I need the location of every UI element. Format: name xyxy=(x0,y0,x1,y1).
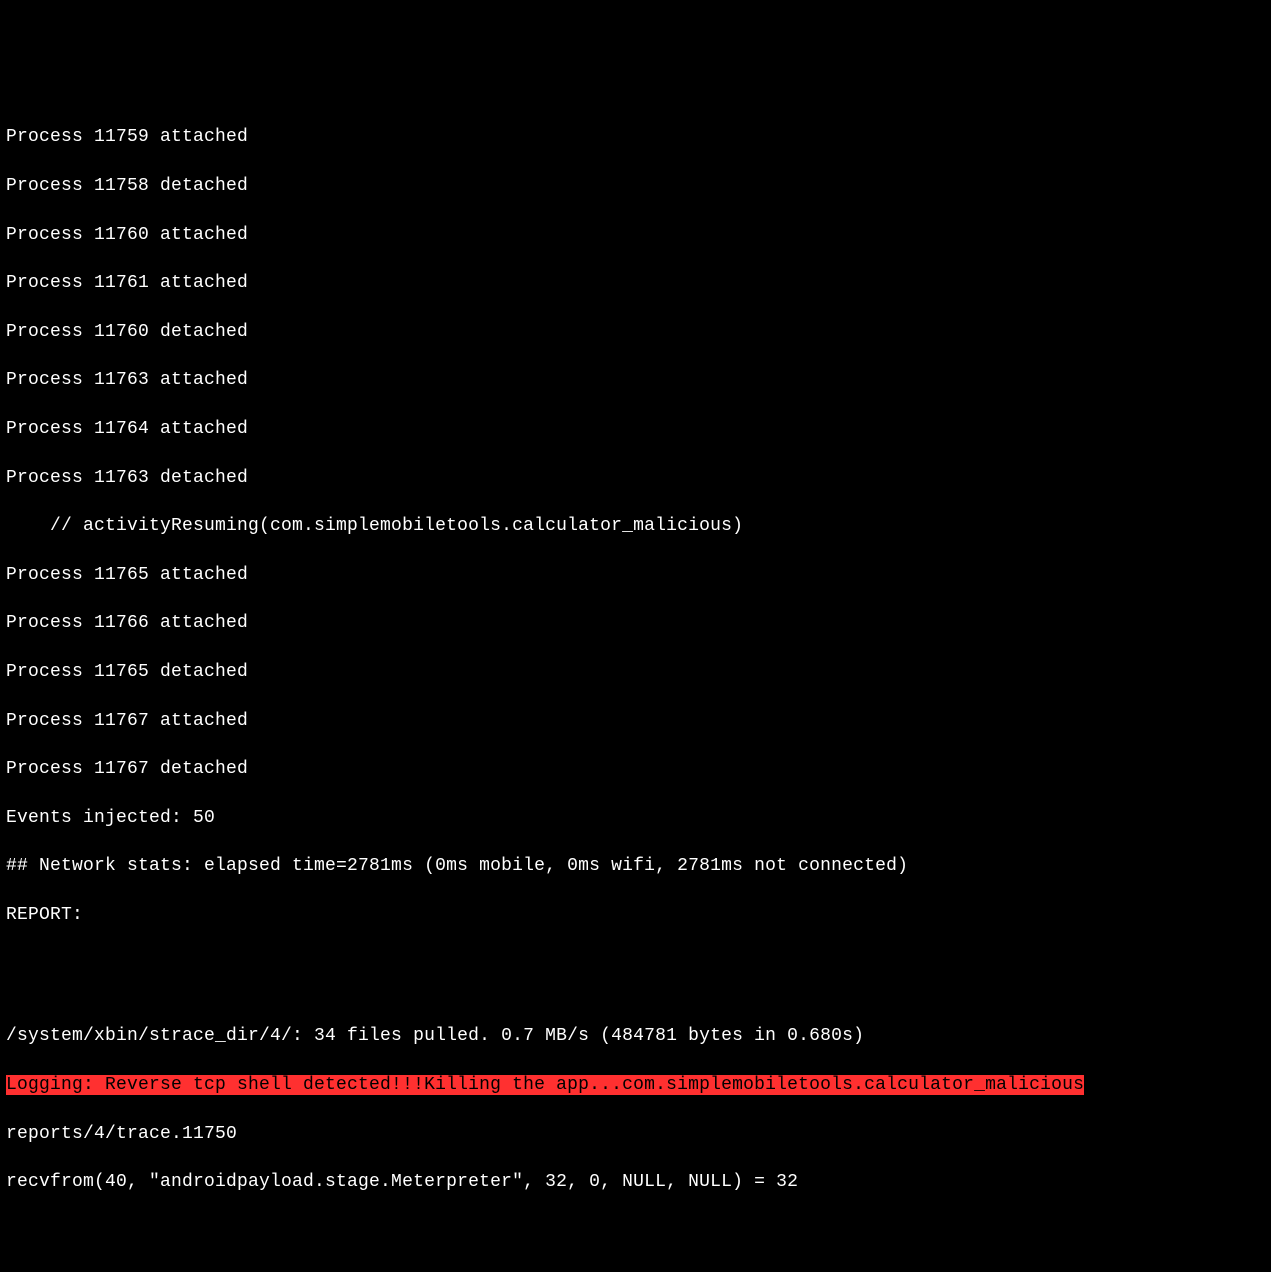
log-line: // activityResuming(com.simplemobiletool… xyxy=(6,514,1265,538)
log-line: Process 11760 attached xyxy=(6,223,1265,247)
log-line: Process 11766 attached xyxy=(6,611,1265,635)
log-line: Process 11767 detached xyxy=(6,757,1265,781)
log-line: REPORT: xyxy=(6,903,1265,927)
log-line: ## Network stats: elapsed time=2781ms (0… xyxy=(6,854,1265,878)
log-line: recvfrom(40, "androidpayload.stage.Meter… xyxy=(6,1170,1265,1194)
log-line: Process 11763 detached xyxy=(6,466,1265,490)
alert-highlight: Logging: Reverse tcp shell detected!!!Ki… xyxy=(6,1075,1084,1095)
log-line: Process 11758 detached xyxy=(6,174,1265,198)
log-line: Process 11761 attached xyxy=(6,271,1265,295)
terminal-output: Process 11759 attached Process 11758 det… xyxy=(6,101,1265,1219)
log-line: Process 11765 detached xyxy=(6,660,1265,684)
log-line: /system/xbin/strace_dir/4/: 34 files pul… xyxy=(6,1024,1265,1048)
log-line: Process 11764 attached xyxy=(6,417,1265,441)
log-line: Process 11759 attached xyxy=(6,125,1265,149)
log-line: Process 11760 detached xyxy=(6,320,1265,344)
log-line: Events injected: 50 xyxy=(6,806,1265,830)
log-line: Process 11763 attached xyxy=(6,368,1265,392)
log-line: reports/4/trace.11750 xyxy=(6,1122,1265,1146)
alert-line: Logging: Reverse tcp shell detected!!!Ki… xyxy=(6,1073,1265,1097)
log-line: Process 11767 attached xyxy=(6,709,1265,733)
log-line: Process 11765 attached xyxy=(6,563,1265,587)
